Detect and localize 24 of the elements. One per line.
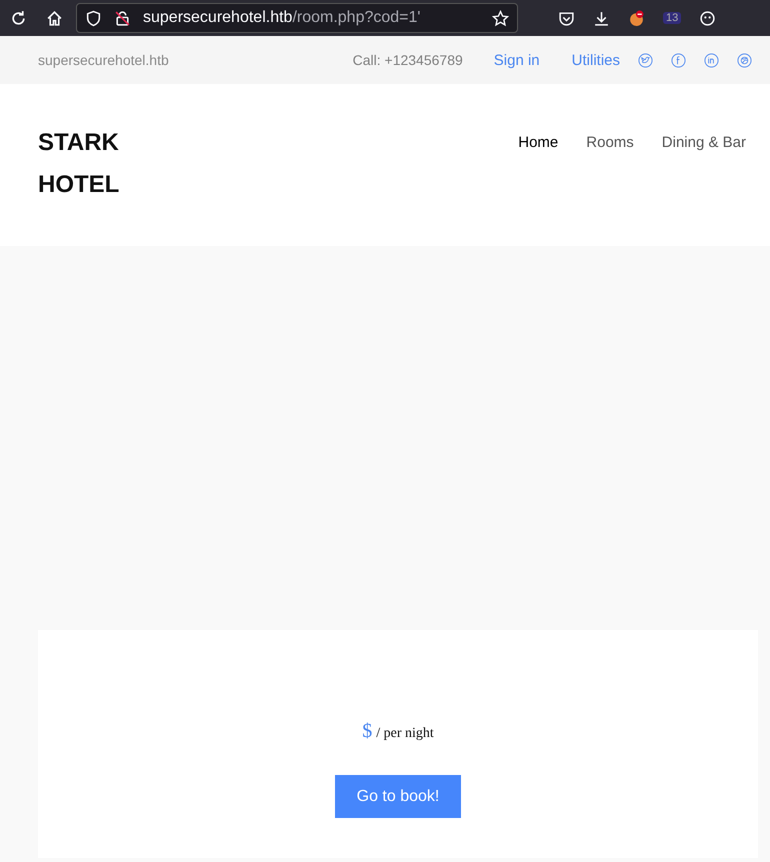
home-icon[interactable] bbox=[46, 10, 63, 26]
pocket-icon[interactable] bbox=[558, 10, 575, 26]
address-bar[interactable]: supersecurehotel.htb/room.php?cod=1' bbox=[76, 3, 518, 33]
extension-icon[interactable] bbox=[628, 10, 645, 26]
nav-link[interactable]: Home bbox=[518, 134, 558, 151]
phone-number: Call: +123456789 bbox=[352, 52, 463, 68]
shield-icon bbox=[85, 10, 102, 26]
hotel-logo[interactable]: STARK HOTEL bbox=[38, 122, 138, 206]
reload-icon[interactable] bbox=[10, 10, 27, 26]
price-suffix: / per night bbox=[376, 726, 434, 742]
facebook-icon[interactable] bbox=[671, 52, 686, 68]
currency-sign: $ bbox=[362, 720, 372, 743]
nav-link[interactable]: Dining & Bar bbox=[662, 134, 746, 151]
ball-icon[interactable] bbox=[737, 52, 752, 68]
extension-icon[interactable] bbox=[699, 10, 716, 26]
nav-link[interactable]: Rooms bbox=[586, 134, 634, 151]
lock-icon bbox=[114, 10, 131, 26]
star-icon[interactable] bbox=[492, 10, 509, 26]
extension-badge[interactable]: 13 bbox=[663, 12, 682, 24]
url-text: supersecurehotel.htb/room.php?cod=1' bbox=[143, 9, 422, 27]
download-icon[interactable] bbox=[593, 10, 610, 26]
linkedin-icon[interactable] bbox=[704, 52, 719, 68]
site-domain: supersecurehotel.htb bbox=[38, 52, 169, 68]
bird-icon[interactable] bbox=[638, 52, 653, 68]
